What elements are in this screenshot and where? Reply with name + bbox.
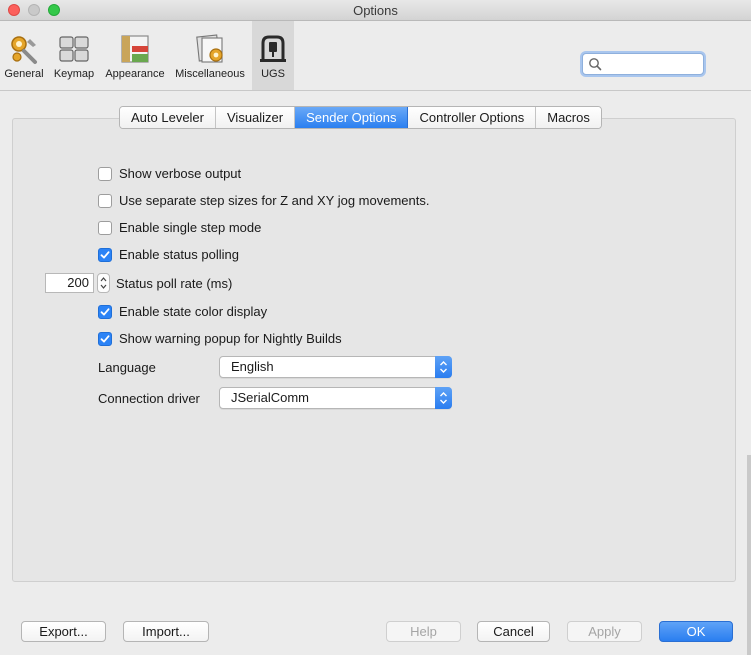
single-step-mode-label: Enable single step mode (119, 220, 262, 235)
search-box[interactable] (582, 53, 704, 75)
nightly-warning-checkbox[interactable] (98, 332, 112, 346)
help-button[interactable]: Help (386, 621, 461, 642)
connection-driver-label: Connection driver (98, 391, 200, 406)
search-input[interactable] (605, 55, 699, 73)
tab-visualizer[interactable]: Visualizer (216, 107, 296, 128)
status-polling-label: Enable status polling (119, 247, 239, 262)
state-color-display-label: Enable state color display (119, 304, 268, 319)
category-keymap[interactable]: Keymap (50, 21, 98, 90)
category-miscellaneous[interactable]: Miscellaneous (172, 21, 248, 90)
category-label: Keymap (53, 68, 95, 80)
cancel-button[interactable]: Cancel (477, 621, 550, 642)
status-poll-rate-stepper[interactable] (97, 273, 110, 293)
search-icon (589, 58, 602, 71)
separate-step-sizes-checkbox[interactable] (98, 194, 112, 208)
export-button[interactable]: Export... (21, 621, 106, 642)
stepper-arrows-icon (100, 277, 107, 289)
category-label: UGS (261, 68, 285, 80)
miscellaneous-icon (196, 34, 223, 63)
status-poll-rate-input[interactable]: 200 (45, 273, 94, 293)
status-poll-rate-label: Status poll rate (ms) (116, 276, 233, 291)
window-title: Options (353, 3, 398, 18)
checkmark-icon (100, 251, 110, 259)
window-edge-scrollbar (747, 455, 751, 655)
tab-macros[interactable]: Macros (536, 107, 601, 128)
tab-controller-options[interactable]: Controller Options (408, 107, 537, 128)
language-select[interactable]: English (219, 356, 452, 378)
single-step-mode-checkbox[interactable] (98, 221, 112, 235)
appearance-icon (121, 35, 149, 63)
language-label: Language (98, 360, 156, 375)
apply-button[interactable]: Apply (567, 621, 642, 642)
checkmark-icon (100, 335, 110, 343)
verbose-output-label: Show verbose output (119, 166, 242, 181)
window-titlebar: Options (0, 0, 751, 21)
checkmark-icon (100, 308, 110, 316)
import-button[interactable]: Import... (123, 621, 209, 642)
category-ugs[interactable]: UGS (252, 21, 294, 90)
tab-sender-options[interactable]: Sender Options (295, 107, 409, 128)
connection-driver-select-value: JSerialComm (231, 390, 310, 405)
tab-auto-leveler[interactable]: Auto Leveler (120, 107, 216, 128)
options-tabs: Auto Leveler Visualizer Sender Options C… (119, 106, 602, 129)
gears-icon (11, 36, 37, 64)
category-appearance[interactable]: Appearance (102, 21, 168, 90)
category-general[interactable]: General (2, 21, 46, 90)
category-toolbar: General Keymap Appearance Miscellaneous (0, 21, 751, 91)
connection-driver-select[interactable]: JSerialComm (219, 387, 452, 409)
verbose-output-checkbox[interactable] (98, 167, 112, 181)
separate-step-sizes-label: Use separate step sizes for Z and XY jog… (119, 193, 430, 208)
select-arrows-icon (435, 387, 452, 409)
status-polling-checkbox[interactable] (98, 248, 112, 262)
state-color-display-checkbox[interactable] (98, 305, 112, 319)
nightly-warning-label: Show warning popup for Nightly Builds (119, 331, 342, 346)
category-label: General (4, 68, 44, 80)
select-arrows-icon (435, 356, 452, 378)
category-label: Appearance (105, 68, 165, 80)
ugs-machine-icon (260, 35, 286, 62)
category-label: Miscellaneous (175, 68, 245, 80)
options-panel (12, 118, 736, 582)
language-select-value: English (231, 359, 274, 374)
ok-button[interactable]: OK (659, 621, 733, 642)
keyboard-icon (59, 36, 89, 62)
